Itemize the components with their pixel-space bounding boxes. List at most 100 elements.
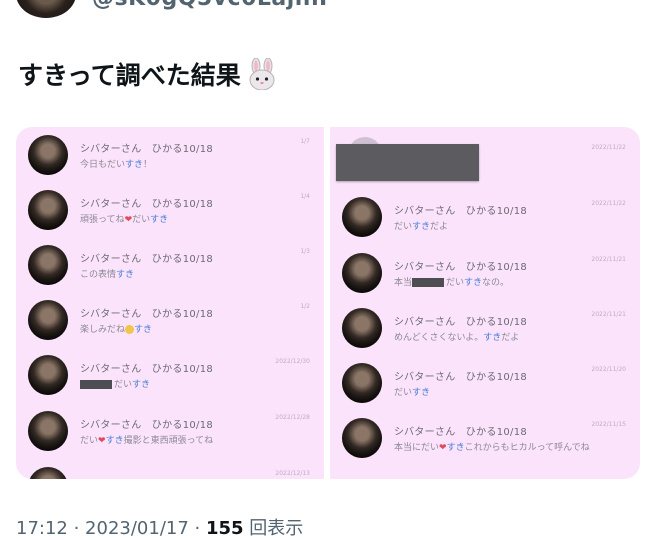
message-text: めんどくさくないよ。すきだよ [394, 330, 519, 343]
message-date: 1/3 [300, 248, 310, 255]
message-text-pre: 頑張ってね [80, 215, 125, 225]
message-text: 楽しみだね すき [80, 322, 152, 335]
sender-name: シバターさん ひかる10/18 [80, 254, 214, 265]
user-handle[interactable]: @sK0gQ5vc0LajinF [92, 0, 335, 11]
message-text-mid: だい [446, 278, 465, 288]
message-date: 1/4 [300, 193, 310, 200]
rabbit-face-icon [247, 57, 277, 91]
sender-name: シバターさん ひかる10/18 [394, 262, 528, 273]
avatar [28, 355, 68, 395]
heart-icon: ❤ [439, 443, 447, 453]
message-text-pre: だい [80, 436, 99, 446]
message-row: シバターさん ひかる10/18 本当 だいすきなの。 2022/11/21 [330, 253, 640, 307]
avatar [28, 135, 68, 175]
left-screenshot-panel: シバターさん ひかる10/18 今日もだいすき！ 1/7 シバターさん ひかる10/1… [16, 127, 324, 479]
avatar [342, 418, 382, 458]
avatar [342, 308, 382, 348]
highlighted-keyword: すき [464, 278, 483, 288]
avatar [28, 190, 68, 230]
highlighted-keyword: すき [483, 333, 502, 343]
message-text-post: これからもヒカルって呼んでね [464, 443, 590, 453]
message-text-post: なの。 [482, 278, 510, 288]
message-row: シバターさん ひかる10/18 この表情すき 1/3 [16, 245, 324, 299]
message-row: シバターさん ひかる10/18 だいすきだよ 2022/11/22 [330, 197, 640, 251]
message-text: 今日もだいすき！ [80, 157, 152, 170]
right-screenshot-panel: 2022/11/22 シバターさん ひかる10/18 だいすきだよ 2022/11/… [330, 127, 640, 479]
message-date: 2022/11/20 [591, 366, 626, 373]
message-date: 1/7 [300, 138, 310, 145]
message-text-pre: だい [394, 388, 413, 398]
message-text: だいすき [394, 385, 430, 398]
sender-name: シバターさん ひかる10/18 [80, 144, 214, 155]
message-text-mid: だい [132, 215, 151, 225]
message-text-pre: 今日もだい [80, 160, 126, 170]
message-text-post: だよ [430, 222, 449, 232]
message-text-pre: この表情 [80, 270, 117, 280]
message-date: 2022/12/30 [275, 358, 310, 365]
message-text-pre: 本当にだい [394, 443, 440, 453]
avatar [28, 245, 68, 285]
profile-header: @sK0gQ5vc0LajinF [0, 0, 650, 22]
avatar[interactable] [16, 0, 76, 18]
attached-image[interactable]: シバターさん ひかる10/18 今日もだいすき！ 1/7 シバターさん ひかる10/1… [16, 127, 640, 479]
message-text-post: だよ [501, 333, 520, 343]
message-text: この表情すき [80, 267, 134, 280]
message-row: シバターさん ひかる10/18 楽しみだね すき 1/2 [16, 300, 324, 354]
message-row: シバターさん ひかる10/18 頑張ってね❤だいすき 1/4 [16, 190, 324, 244]
redaction-block [412, 278, 445, 287]
message-row: シバターさん ひかる10/18 本当にだい❤すきこれからもヒカルって呼んでね 202… [330, 418, 640, 472]
highlighted-keyword: すき [132, 380, 151, 390]
message-date: 2022/11/21 [591, 256, 626, 263]
message-text: だいすき [80, 377, 150, 390]
sender-name: シバターさん ひかる10/18 [394, 206, 528, 217]
highlighted-keyword: すき [446, 443, 465, 453]
avatar [28, 411, 68, 451]
message-row: シバターさん ひかる10/18 だいすき 2022/11/20 [330, 363, 640, 417]
avatar [28, 300, 68, 340]
sender-name: シバターさん ひかる10/18 [80, 199, 214, 210]
message-date: 2022/12/13 [275, 470, 310, 477]
message-date: 2022/11/15 [591, 421, 626, 428]
tweet-body: すきって調べた結果 [18, 61, 241, 90]
tweet-meta: 17:12 · 2023/01/17 · 155 回表示 [16, 518, 304, 539]
message-text: だいすきだよ [394, 219, 448, 232]
message-text-post: 撮影と東西頑張ってね [123, 436, 214, 446]
message-text-post: ！ [143, 160, 153, 170]
highlighted-keyword: すき [116, 270, 135, 280]
message-date: 1/2 [300, 303, 310, 310]
highlighted-keyword: すき [125, 160, 144, 170]
message-text: 本当にだい❤すきこれからもヒカルって呼んでね [394, 440, 590, 453]
avatar [342, 197, 382, 237]
tweet-text: すきって調べた結果 [18, 56, 277, 92]
avatar [342, 363, 382, 403]
message-date: 2022/11/22 [591, 144, 626, 151]
message-text: だい❤すき撮影と東西頑張ってね [80, 433, 213, 446]
message-date: 2022/11/21 [591, 311, 626, 318]
heart-icon: ❤ [124, 215, 133, 225]
avatar [342, 253, 382, 293]
message-text-pre: だい [114, 380, 133, 390]
sender-name: シバターさん ひかる10/18 [80, 364, 214, 375]
message-date: 2022/11/22 [591, 200, 626, 207]
sender-name: シバターさん ひかる10/18 [80, 309, 214, 320]
highlighted-keyword: すき [134, 325, 153, 335]
heart-icon: ❤ [98, 436, 106, 446]
message-text-pre: だい [394, 222, 413, 232]
message-date: 2022/12/28 [275, 414, 310, 421]
message-text-pre: めんどくさくないよ。 [394, 333, 484, 343]
message-row: シバターさん ひかる10/18 だい❤すき撮影と東西頑張ってね 2022/12/28 [16, 411, 324, 465]
message-text-pre: 本当 [394, 278, 413, 288]
sender-name: シバターさん ひかる10/18 [80, 420, 214, 431]
sender-name: シバターさん ひかる10/18 [394, 372, 528, 383]
message-row: 2022/12/13 [16, 467, 324, 479]
message-row: シバターさん ひかる10/18 だいすき 2022/12/30 [16, 355, 324, 409]
message-text-pre: 楽しみだね [80, 325, 126, 335]
highlighted-keyword: すき [412, 222, 431, 232]
highlighted-keyword: すき [150, 215, 169, 225]
redaction-block [80, 380, 112, 389]
smile-icon [125, 325, 135, 334]
highlighted-keyword: すき [105, 436, 124, 446]
message-text: 本当 だいすきなの。 [394, 275, 509, 288]
avatar [28, 467, 68, 479]
message-row: シバターさん ひかる10/18 めんどくさくないよ。すきだよ 2022/11/21 [330, 308, 640, 362]
